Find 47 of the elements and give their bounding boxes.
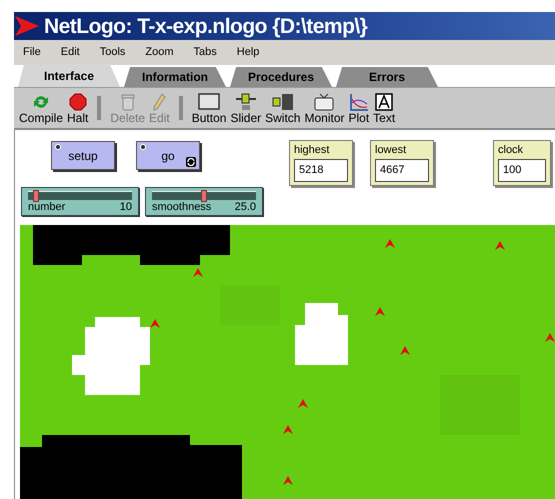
switch-widget-icon [272,92,294,112]
tab[interactable]: Information [124,67,226,87]
slider-widget[interactable]: smoothness 25.0 [145,187,263,216]
radio-icon [55,144,61,150]
menu-item[interactable]: Edit [56,44,84,61]
button-widget[interactable]: go [136,141,200,170]
tab[interactable]: Interface [18,64,120,87]
monitor-value: 4667 [375,159,429,182]
radio-icon [140,144,146,150]
menu-item[interactable]: Zoom [141,44,178,61]
stop-sign-icon [68,92,87,112]
slider-value: 10 [120,201,132,214]
text-box-icon [375,92,394,112]
tv-icon [313,92,336,112]
window-title: NetLogo: T-x-exp.nlogo {D:\temp\} [44,16,368,36]
slider-thumb[interactable] [33,190,40,202]
trash-can-icon [120,92,135,112]
pencil-icon [152,92,166,112]
toolbar-button[interactable]: Halt [65,92,90,124]
tab[interactable]: Errors [336,67,438,87]
toolbar-button[interactable]: Switch [263,92,302,124]
toolbar-button[interactable]: Compile [17,92,66,124]
toolbar-button[interactable]: Plot [346,92,372,124]
slider-widget-icon [234,92,257,112]
slider-value: 25.0 [234,201,256,214]
monitor-label: clock [498,143,524,157]
menu-item[interactable]: Help [232,44,264,61]
monitor-value: 100 [498,159,546,182]
button-widget-icon [198,92,220,112]
toolbar-button[interactable]: Monitor [302,92,346,124]
toolbar-button[interactable]: Slider [228,92,264,124]
menu-item[interactable]: Tools [96,44,130,61]
monitor-label: highest [294,143,330,157]
button-widget[interactable]: setup [51,141,115,170]
monitor-label: lowest [375,143,408,157]
slider-label: smoothness [152,201,212,214]
slider-label: number [28,201,66,214]
toolbar-button[interactable]: Text [371,92,398,124]
chart-icon [348,92,369,112]
menu-item[interactable]: Tabs [190,44,221,61]
slider-thumb[interactable] [201,190,207,202]
toolbar-button[interactable]: Button [190,92,228,124]
slider-widget[interactable]: number 10 [21,187,139,216]
monitor-value: 5218 [294,159,348,182]
logo-icon [14,15,40,37]
tab[interactable]: Procedures [230,67,332,87]
menu-item[interactable]: File [19,44,45,61]
